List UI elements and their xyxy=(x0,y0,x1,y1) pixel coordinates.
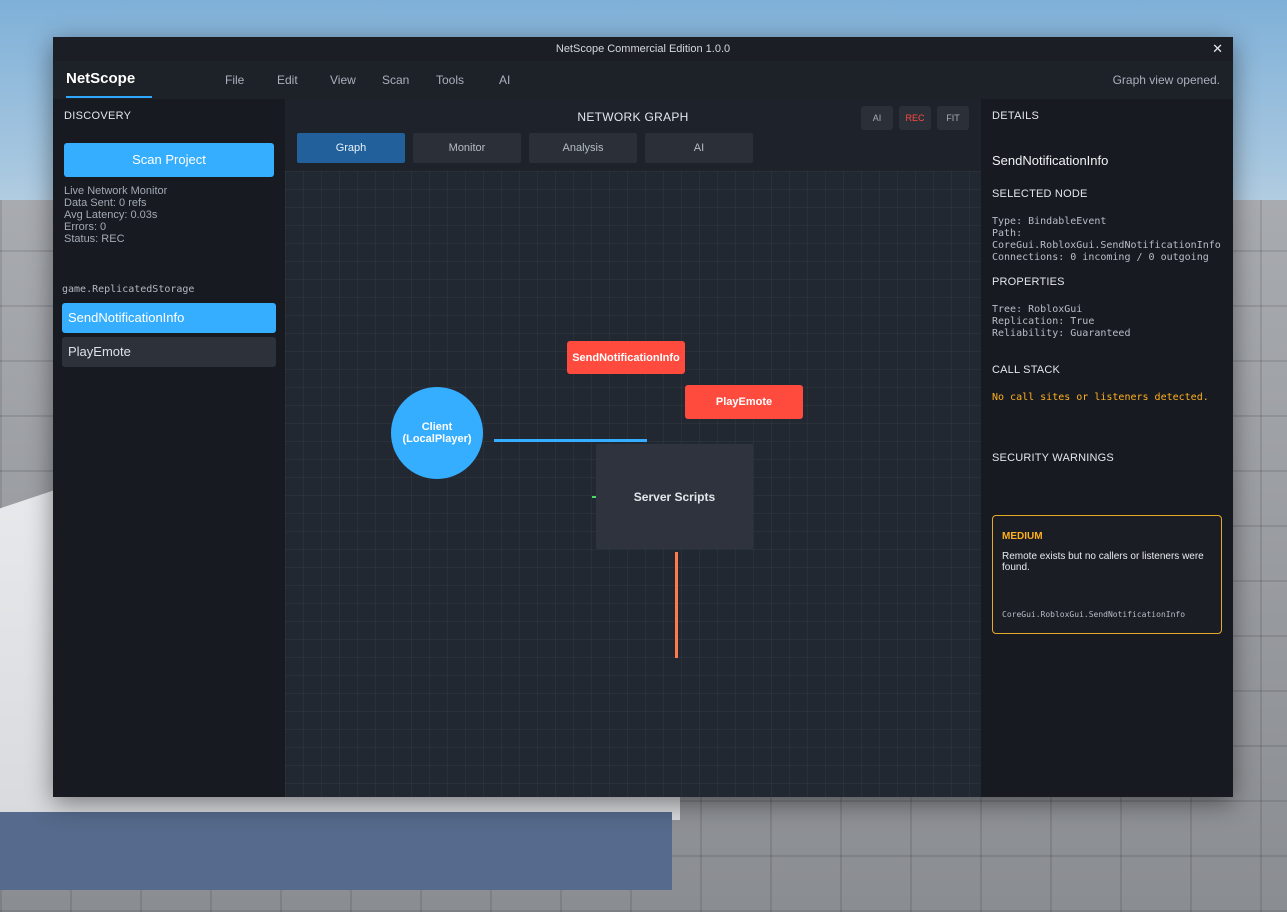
graph-canvas[interactable]: Client (LocalPlayer) SendNotificationInf… xyxy=(285,171,981,797)
details-header: DETAILS xyxy=(992,110,1040,122)
brand-logo: NetScope xyxy=(66,70,136,87)
window-title: NetScope Commercial Edition 1.0.0 xyxy=(555,43,731,55)
node-connections: Connections: 0 incoming / 0 outgoing xyxy=(992,252,1209,263)
stat-latency: Avg Latency: 0.03s xyxy=(64,209,158,221)
node-client-sublabel: (LocalPlayer) xyxy=(402,433,472,445)
list-item[interactable]: SendNotificationInfo xyxy=(62,303,276,333)
security-warning-card[interactable]: MEDIUM Remote exists but no callers or l… xyxy=(992,515,1222,634)
brand-underline xyxy=(66,96,152,98)
node-server-scripts[interactable]: Server Scripts xyxy=(596,444,753,549)
node-play-emote[interactable]: PlayEmote xyxy=(685,385,803,419)
menu-ai[interactable]: AI xyxy=(499,73,510,87)
tab-ai[interactable]: AI xyxy=(645,133,753,163)
fit-button[interactable]: FIT xyxy=(937,106,969,130)
stat-status: Status: REC xyxy=(64,233,125,245)
details-panel: DETAILS SendNotificationInfo SELECTED NO… xyxy=(981,99,1233,797)
call-stack-header: CALL STACK xyxy=(992,364,1061,376)
details-title: SendNotificationInfo xyxy=(992,153,1109,168)
node-send-notification[interactable]: SendNotificationInfo xyxy=(567,341,685,374)
warning-path: CoreGui.RobloxGui.SendNotificationInfo xyxy=(1002,610,1186,619)
menu-file[interactable]: File xyxy=(225,73,244,87)
prop-tree: Tree: RobloxGui xyxy=(992,304,1083,315)
menu-view[interactable]: View xyxy=(330,73,356,87)
scan-project-button[interactable]: Scan Project xyxy=(64,143,274,177)
tab-monitor[interactable]: Monitor xyxy=(413,133,521,163)
node-type: Type: BindableEvent xyxy=(992,216,1107,227)
menu-edit[interactable]: Edit xyxy=(277,73,298,87)
edge-server-down xyxy=(675,552,678,658)
discovery-panel: DISCOVERY Scan Project Live Network Moni… xyxy=(53,99,285,797)
close-icon[interactable]: ✕ xyxy=(1212,37,1223,61)
baseplate-edge xyxy=(0,812,672,890)
warning-message: Remote exists but no callers or listener… xyxy=(1002,551,1204,573)
menu-bar: NetScope File Edit View Scan Tools AI Gr… xyxy=(53,61,1233,100)
tab-graph[interactable]: Graph xyxy=(297,133,405,163)
node-path-label: Path: xyxy=(992,228,1023,239)
warning-level-badge: MEDIUM xyxy=(1002,531,1043,542)
stat-monitor: Live Network Monitor xyxy=(64,185,168,197)
prop-replication: Replication: True xyxy=(992,316,1095,327)
node-path: CoreGui.RobloxGui.SendNotificationInfo xyxy=(992,240,1221,251)
menu-tools[interactable]: Tools xyxy=(436,73,464,87)
tab-analysis[interactable]: Analysis xyxy=(529,133,637,163)
rec-button[interactable]: REC xyxy=(899,106,931,130)
ai-button[interactable]: AI xyxy=(861,106,893,130)
list-item[interactable]: PlayEmote xyxy=(62,337,276,367)
prop-reliability: Reliability: Guaranteed xyxy=(992,328,1131,339)
netscope-window: NetScope Commercial Edition 1.0.0 ✕ NetS… xyxy=(53,37,1233,797)
menu-scan[interactable]: Scan xyxy=(382,73,409,87)
title-bar[interactable]: NetScope Commercial Edition 1.0.0 ✕ xyxy=(53,37,1233,61)
network-graph-panel: NETWORK GRAPH AI REC FIT Graph Monitor A… xyxy=(285,99,981,797)
stat-errors: Errors: 0 xyxy=(64,221,107,233)
status-message: Graph view opened. xyxy=(1112,73,1220,87)
security-warnings-header: SECURITY WARNINGS xyxy=(992,452,1114,464)
properties-header: PROPERTIES xyxy=(992,276,1065,288)
discovery-header: DISCOVERY xyxy=(64,110,132,122)
edge-client-remote xyxy=(494,439,647,442)
tree-root-label: game.ReplicatedStorage xyxy=(62,284,195,295)
node-client-label: Client xyxy=(421,421,453,433)
node-client[interactable]: Client (LocalPlayer) xyxy=(391,387,483,479)
stat-data-sent: Data Sent: 0 refs xyxy=(64,197,147,209)
call-stack-message: No call sites or listeners detected. xyxy=(992,392,1209,403)
selected-node-header: SELECTED NODE xyxy=(992,188,1088,200)
